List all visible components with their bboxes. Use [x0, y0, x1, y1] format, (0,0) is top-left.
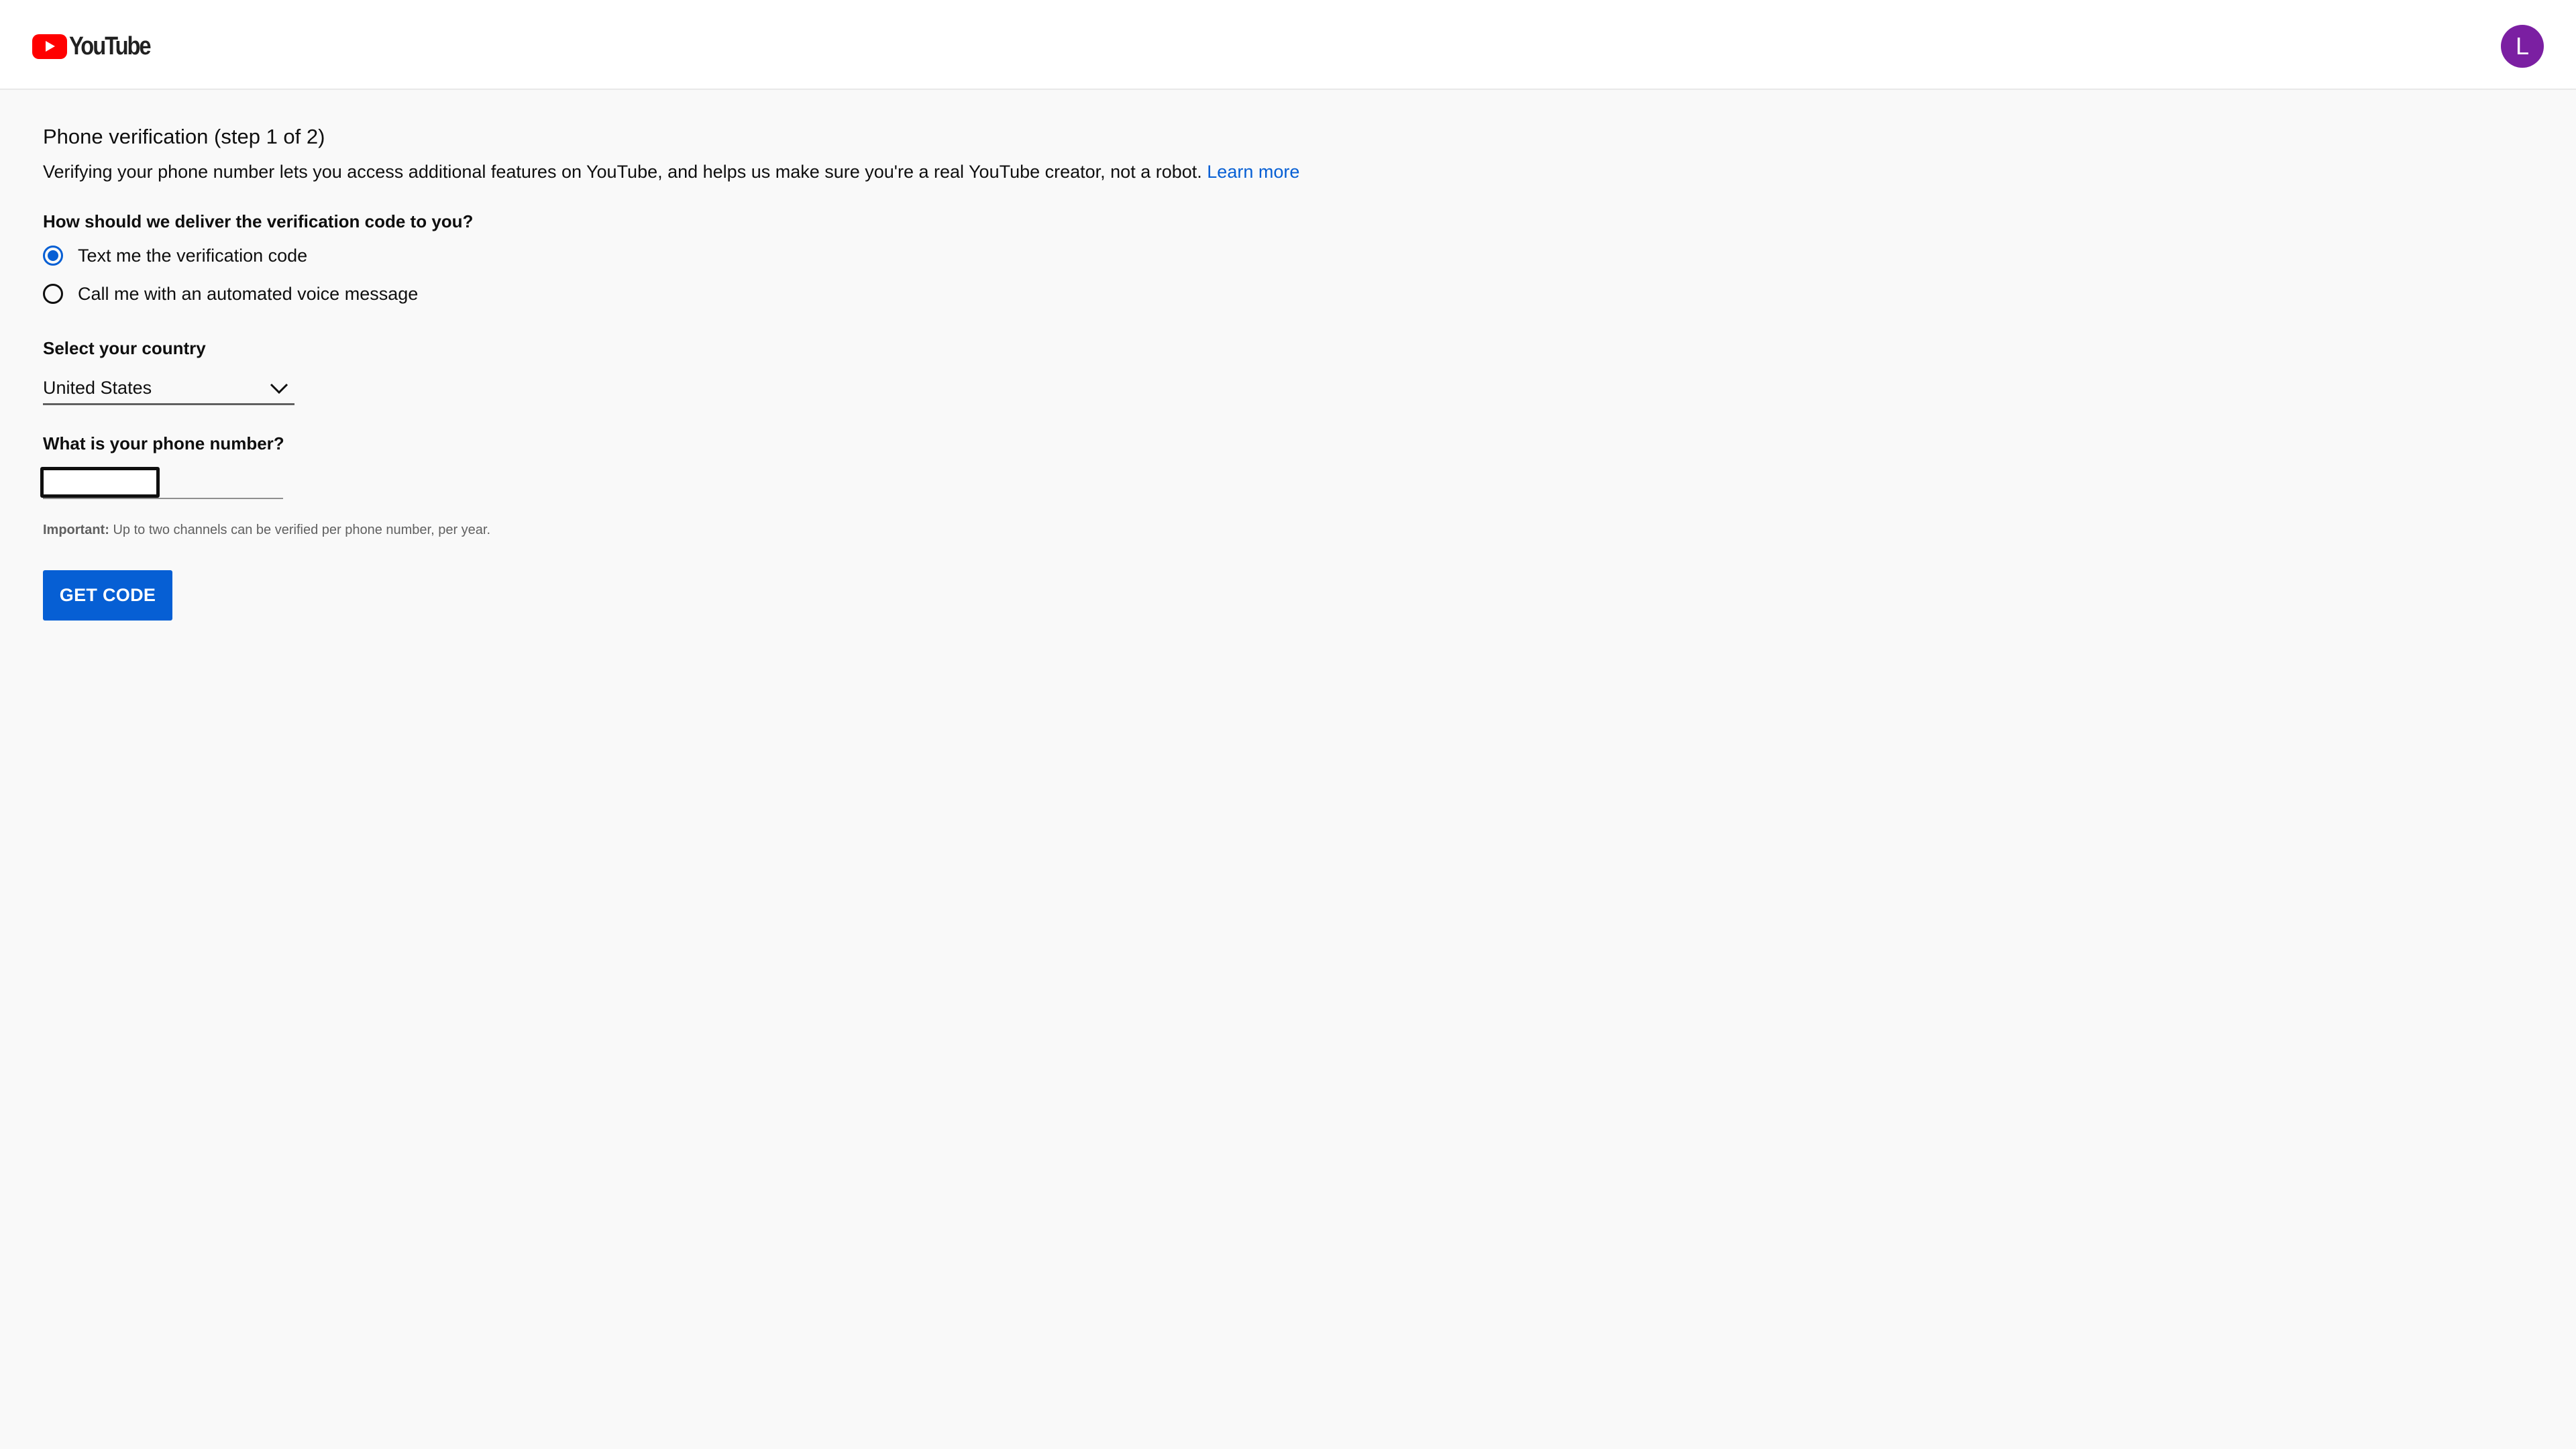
youtube-logo[interactable]: YouTube	[32, 33, 163, 60]
phone-field	[40, 466, 283, 499]
country-selected-value: United States	[43, 378, 152, 398]
radio-button-unchecked[interactable]	[43, 284, 63, 304]
avatar[interactable]: L	[2501, 25, 2544, 68]
radio-dot	[48, 250, 58, 261]
phone-label: What is your phone number?	[43, 433, 284, 453]
description-text: Verifying your phone number lets you acc…	[43, 162, 1202, 182]
radio-label-call: Call me with an automated voice message	[78, 283, 419, 304]
page-description: Verifying your phone number lets you acc…	[43, 160, 1299, 184]
country-select[interactable]: United States	[43, 373, 294, 405]
learn-more-link[interactable]: Learn more	[1207, 162, 1299, 182]
get-code-button[interactable]: GET CODE	[43, 570, 172, 621]
radio-button-checked[interactable]	[43, 246, 63, 266]
radio-label-text: Text me the verification code	[78, 245, 308, 266]
avatar-letter: L	[2515, 32, 2530, 60]
delivery-question: How should we deliver the verification c…	[43, 211, 474, 231]
phone-number-input[interactable]	[40, 467, 160, 498]
youtube-play-icon	[32, 34, 67, 59]
radio-option-call[interactable]: Call me with an automated voice message	[43, 280, 418, 307]
page-title: Phone verification (step 1 of 2)	[43, 125, 325, 148]
note-prefix: Important:	[43, 523, 109, 537]
chevron-down-icon	[270, 383, 288, 394]
note-text: Up to two channels can be verified per p…	[113, 523, 491, 537]
top-bar: YouTube L	[0, 0, 2576, 90]
important-note: Important: Up to two channels can be ver…	[43, 521, 490, 539]
country-label: Select your country	[43, 338, 206, 358]
logo-text: YouTube	[69, 32, 152, 60]
radio-option-text[interactable]: Text me the verification code	[43, 242, 307, 269]
